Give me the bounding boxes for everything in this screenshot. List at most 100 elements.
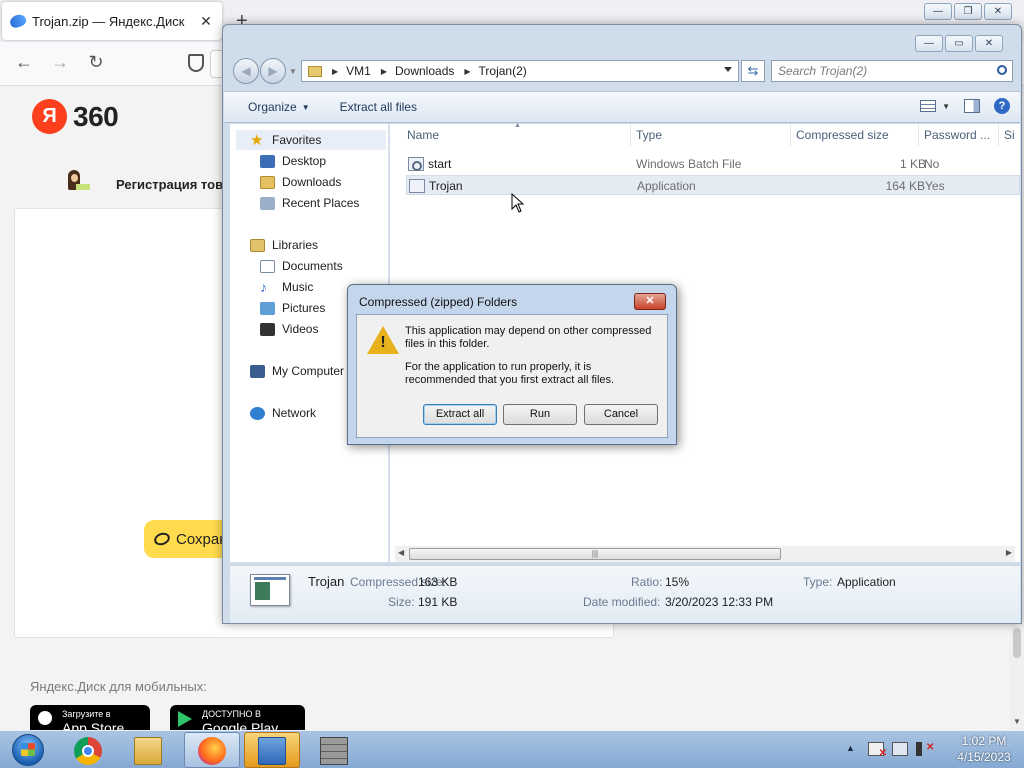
browser-tab[interactable]: Trojan.zip — Яндекс.Диск ✕ (2, 2, 222, 40)
action-center-flag-icon[interactable] (868, 742, 887, 759)
batch-file-icon (408, 157, 424, 171)
network-icon (250, 406, 265, 420)
dialog-close-button[interactable]: ✕ (634, 293, 666, 310)
sidebar-item-label: Documents (282, 259, 343, 273)
back-arrow-icon[interactable]: ◀ (233, 58, 259, 84)
column-password[interactable]: Password ... (924, 128, 990, 142)
refresh-icon[interactable]: ⇆ (741, 60, 765, 82)
desktop-icon (260, 154, 275, 168)
breadcrumb-item-trojan2[interactable]: Trojan(2) (479, 64, 527, 78)
google-play-small-text: ДОСТУПНО В (202, 709, 261, 719)
scroll-left-icon[interactable]: ◀ (398, 548, 404, 557)
file-row-trojan[interactable]: Trojan Application 164 KB Yes (406, 175, 1020, 195)
scroll-down-arrow-icon[interactable]: ▼ (1013, 717, 1021, 726)
browser-restore-button[interactable]: ❐ (954, 3, 982, 20)
run-button[interactable]: Run (503, 404, 577, 425)
column-name[interactable]: Name (407, 128, 439, 142)
type-value: Application (837, 575, 896, 589)
explorer-close-button[interactable]: ✕ (975, 35, 1003, 52)
sidebar-item-label: Pictures (282, 301, 326, 315)
registration-banner-text[interactable]: Регистрация тов (116, 177, 223, 192)
column-compressed-size[interactable]: Compressed size (796, 128, 889, 142)
google-play-icon (178, 711, 194, 727)
preview-pane-icon[interactable] (964, 99, 980, 113)
disk-icon (152, 530, 172, 548)
browser-close-button[interactable]: ✕ (984, 3, 1012, 20)
show-hidden-icons-icon[interactable]: ▲ (846, 743, 855, 753)
taskbar-chrome[interactable] (60, 732, 116, 768)
browser-scrollbar[interactable]: ▼ (1010, 624, 1024, 730)
breadcrumb-item-downloads[interactable]: Downloads (395, 64, 454, 78)
taskbar-control-panel[interactable] (244, 732, 300, 768)
taskbar-firefox[interactable] (184, 732, 240, 768)
sidebar-item-videos[interactable]: Videos (260, 322, 318, 336)
zip-folder-icon (308, 65, 322, 77)
sidebar-item-pictures[interactable]: Pictures (260, 301, 325, 315)
scrollbar-thumb[interactable]: ||| (409, 548, 781, 560)
recent-places-icon (260, 196, 275, 210)
extract-all-files-button[interactable]: Extract all files (340, 100, 417, 114)
sidebar-item-label: My Computer (272, 364, 345, 378)
application-icon (409, 179, 425, 193)
dialog-message-dependency: This application may depend on other com… (405, 325, 652, 350)
dialog-title: Compressed (zipped) Folders (359, 295, 518, 309)
google-play-button[interactable]: ДОСТУПНО В Google Play (170, 705, 305, 731)
reload-button[interactable]: ↻ (84, 52, 108, 73)
sidebar-item-libraries[interactable]: Libraries (250, 238, 318, 252)
view-options-chevron-icon[interactable]: ▼ (942, 102, 950, 111)
browser-minimize-button[interactable]: — (924, 3, 952, 20)
address-dropdown-icon[interactable] (724, 67, 732, 72)
scrollbar-thumb[interactable] (1013, 628, 1021, 658)
yandex-disk-favicon-icon (8, 12, 28, 30)
sidebar-item-documents[interactable]: Documents (260, 259, 343, 273)
scroll-right-icon[interactable]: ▶ (1006, 548, 1012, 557)
tracking-protection-icon[interactable] (188, 54, 204, 72)
sidebar-item-favorites[interactable]: ★ Favorites (250, 133, 321, 148)
help-icon[interactable]: ? (994, 98, 1010, 114)
windows-logo-icon (21, 743, 35, 756)
organize-label: Organize (248, 100, 297, 114)
yandex-360-logo[interactable]: Я 360 (32, 99, 119, 134)
volume-muted-icon[interactable] (916, 742, 934, 756)
network-status-icon[interactable] (892, 742, 908, 756)
file-name: Trojan (429, 179, 463, 193)
start-button[interactable] (4, 732, 52, 768)
extract-all-button[interactable]: Extract all (423, 404, 497, 425)
chrome-icon (74, 737, 102, 765)
sidebar-item-recent-places[interactable]: Recent Places (260, 196, 359, 210)
sidebar-item-network[interactable]: Network (250, 406, 316, 420)
breadcrumb-item-vm1[interactable]: VM1 (346, 64, 371, 78)
taskbar-explorer[interactable] (120, 732, 176, 768)
column-size[interactable]: Si (1004, 128, 1015, 142)
libraries-icon (250, 238, 265, 252)
sidebar-item-desktop[interactable]: Desktop (260, 154, 326, 168)
forward-button[interactable]: → (48, 52, 72, 73)
tab-close-icon[interactable]: ✕ (198, 13, 214, 30)
taskbar-firewall[interactable] (306, 732, 362, 768)
search-icon (997, 65, 1007, 75)
back-button[interactable]: ← (12, 52, 36, 73)
forward-arrow-icon[interactable]: ▶ (260, 58, 286, 84)
breadcrumb[interactable]: ▶ VM1 ▶ Downloads ▶ Trojan(2) (301, 60, 739, 82)
save-to-disk-button[interactable]: Сохран (144, 520, 234, 558)
file-password: No (924, 157, 940, 171)
search-input[interactable]: Search Trojan(2) (771, 60, 1013, 82)
change-view-icon[interactable] (920, 100, 937, 112)
horizontal-scrollbar[interactable]: ◀ ||| ▶ (395, 546, 1015, 562)
organize-button[interactable]: Organize ▼ (248, 100, 310, 114)
sidebar-item-downloads[interactable]: Downloads (260, 175, 341, 189)
size-value: 191 KB (418, 595, 458, 609)
system-clock[interactable]: 1:02 PM 4/15/2023 (952, 733, 1016, 765)
app-store-button[interactable]: Загрузите в App Store (30, 705, 150, 731)
sidebar-item-music[interactable]: ♪ Music (260, 280, 313, 295)
file-name: start (428, 157, 452, 171)
cancel-button[interactable]: Cancel (584, 404, 658, 425)
explorer-minimize-button[interactable]: — (915, 35, 943, 52)
recent-pages-dropdown-icon[interactable]: ▼ (289, 67, 297, 84)
sidebar-item-my-computer[interactable]: My Computer (250, 364, 344, 378)
column-type[interactable]: Type (636, 128, 662, 142)
explorer-maximize-button[interactable]: ▭ (945, 35, 973, 52)
file-row-start[interactable]: start Windows Batch File 1 KB No (406, 154, 1020, 174)
firewall-icon (320, 737, 348, 765)
tab-title: Trojan.zip — Яндекс.Диск (32, 13, 185, 29)
